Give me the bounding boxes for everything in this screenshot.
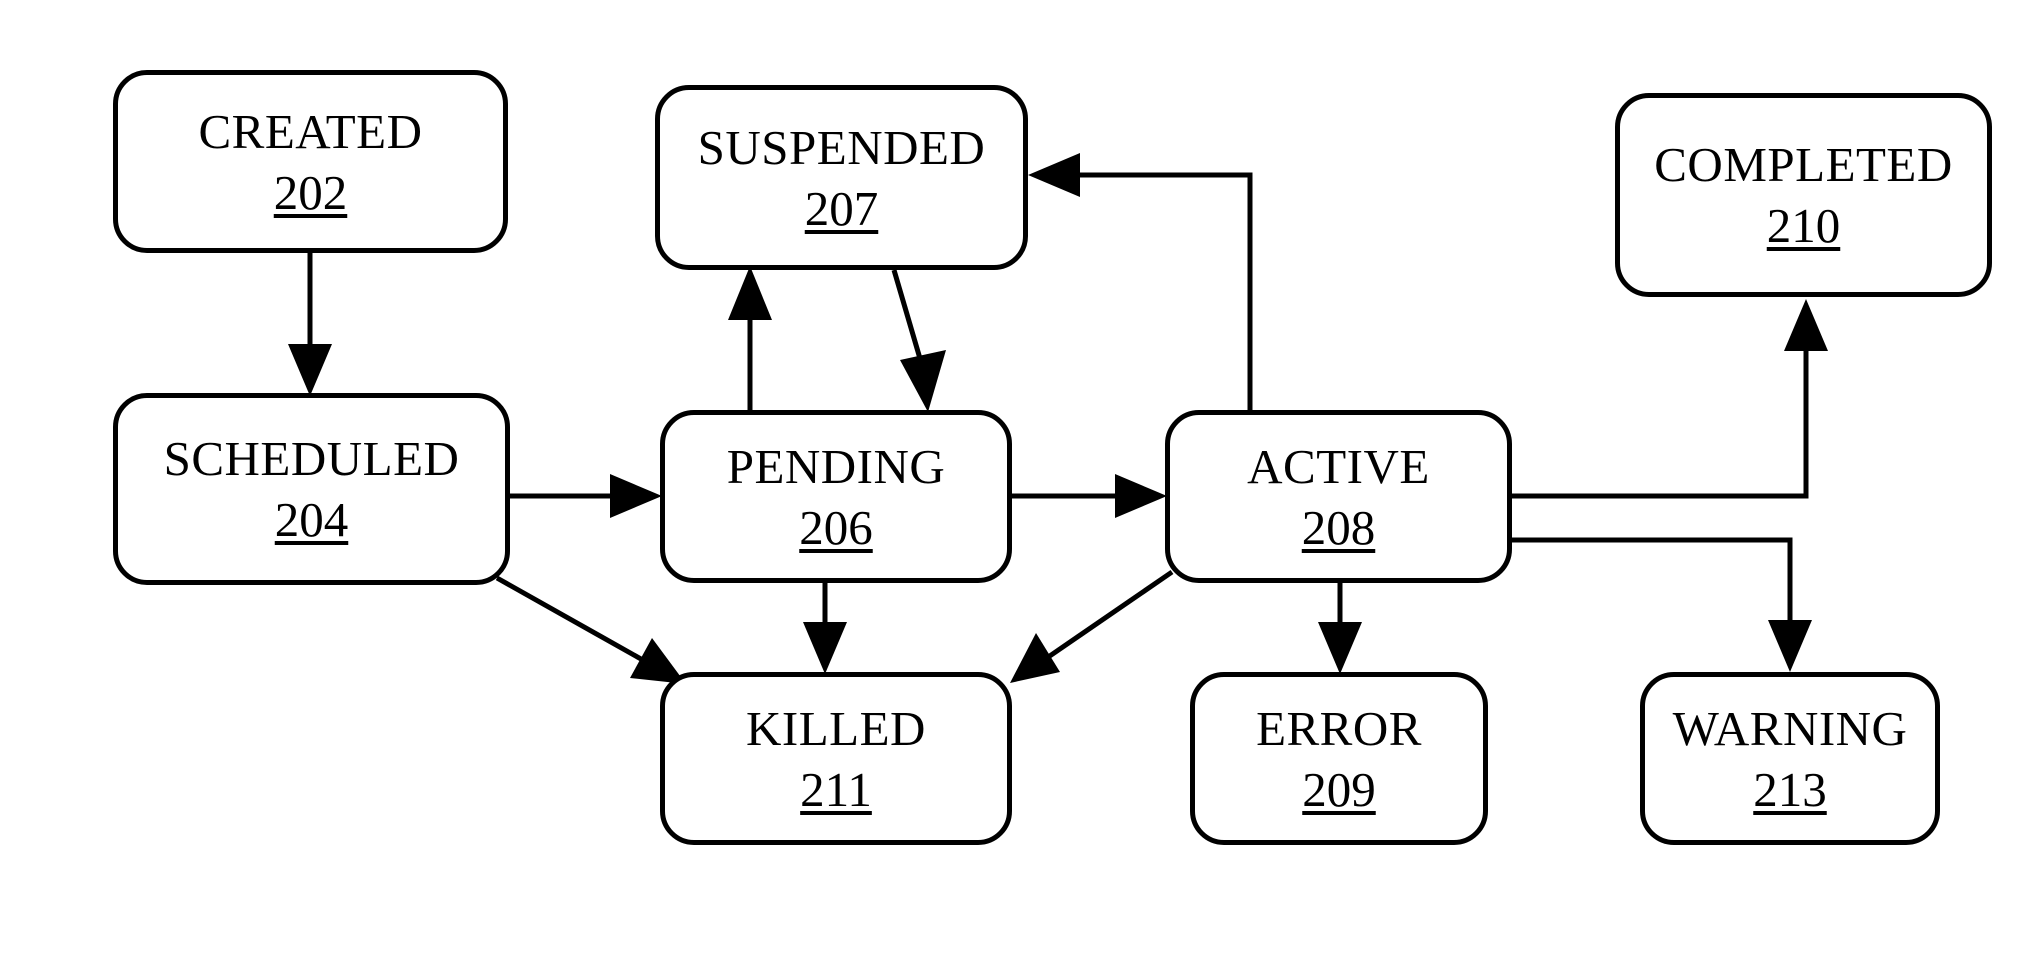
node-scheduled-ref: 204 (274, 492, 349, 547)
edge-active-to-error (1318, 583, 1362, 674)
node-warning-label: WARNING (1672, 700, 1908, 756)
node-killed-ref: 211 (800, 761, 872, 817)
node-pending-label: PENDING (726, 438, 946, 494)
node-killed-label: KILLED (746, 700, 926, 756)
node-suspended-label: SUSPENDED (697, 119, 986, 175)
node-completed[interactable]: COMPLETED 210 (1615, 93, 1992, 297)
edge-scheduled-to-killed (495, 575, 686, 684)
node-suspended[interactable]: SUSPENDED 207 (655, 85, 1028, 270)
node-active[interactable]: ACTIVE 208 (1165, 410, 1512, 583)
edge-pending-to-killed (803, 583, 847, 674)
node-active-ref: 208 (1301, 499, 1376, 555)
state-diagram: CREATED 202 SUSPENDED 207 COMPLETED 210 … (0, 0, 2019, 967)
node-pending-ref: 206 (799, 499, 873, 555)
node-created[interactable]: CREATED 202 (113, 70, 508, 253)
edge-created-to-scheduled (288, 253, 332, 396)
edge-pending-to-active (1012, 474, 1167, 518)
edge-scheduled-to-pending (510, 474, 662, 518)
node-warning[interactable]: WARNING 213 (1640, 672, 1940, 845)
node-error-label: ERROR (1256, 700, 1422, 756)
edge-active-to-warning (1512, 537, 1812, 672)
node-suspended-ref: 207 (804, 180, 879, 236)
node-completed-label: COMPLETED (1654, 137, 1953, 192)
edge-pending-to-suspended (728, 266, 772, 410)
edge-active-to-completed (1512, 299, 1828, 499)
node-killed[interactable]: KILLED 211 (660, 672, 1012, 845)
node-created-label: CREATED (198, 103, 423, 159)
node-error-ref: 209 (1302, 761, 1376, 817)
edge-active-to-killed (1010, 569, 1174, 683)
node-scheduled[interactable]: SCHEDULED 204 (113, 393, 510, 585)
node-pending[interactable]: PENDING 206 (660, 410, 1012, 583)
edge-active-to-suspended (1028, 153, 1253, 410)
node-created-ref: 202 (273, 164, 348, 220)
node-active-label: ACTIVE (1247, 438, 1430, 494)
node-warning-ref: 213 (1753, 761, 1827, 817)
node-completed-ref: 210 (1766, 198, 1841, 253)
node-error[interactable]: ERROR 209 (1190, 672, 1488, 845)
node-scheduled-label: SCHEDULED (163, 431, 460, 486)
edge-suspended-to-pending (891, 269, 946, 412)
